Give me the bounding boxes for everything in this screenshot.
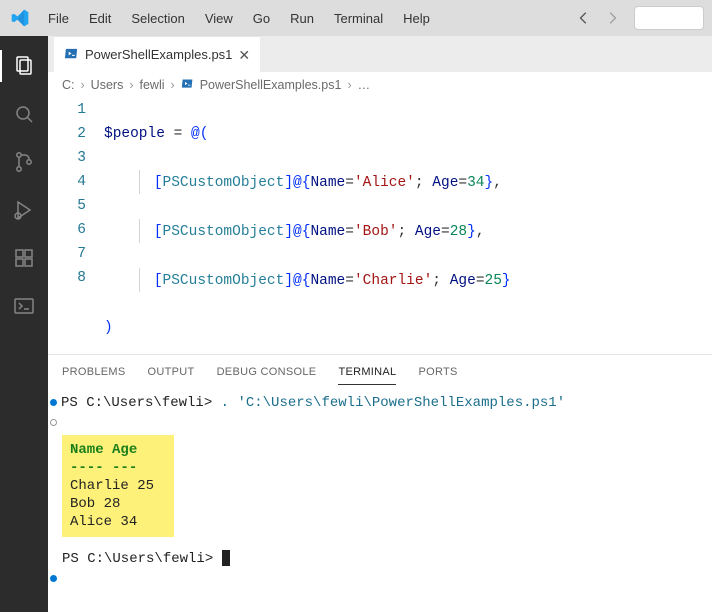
panel-tab-terminal[interactable]: TERMINAL bbox=[338, 360, 396, 385]
vscode-logo-icon bbox=[8, 6, 32, 30]
menu-edit[interactable]: Edit bbox=[81, 7, 119, 30]
editor-tabs: PowerShellExamples.ps1 ✕ bbox=[48, 36, 712, 72]
activity-terminal-icon[interactable] bbox=[0, 284, 48, 328]
activity-search-icon[interactable] bbox=[0, 92, 48, 136]
terminal-output-highlight: Name Age ---- --- Charlie 25 Bob 28 Alic… bbox=[62, 435, 174, 537]
breadcrumb-part[interactable]: Users bbox=[91, 78, 124, 92]
panel-tab-debug-console[interactable]: DEBUG CONSOLE bbox=[217, 360, 317, 384]
line-gutter: 12345678 bbox=[48, 98, 104, 354]
nav-forward-icon[interactable] bbox=[600, 6, 624, 30]
editor-tab-label: PowerShellExamples.ps1 bbox=[85, 47, 232, 62]
terminal[interactable]: PS C:\Users\fewli> . 'C:\Users\fewli\Pow… bbox=[48, 389, 712, 612]
panel-tab-problems[interactable]: PROBLEMS bbox=[62, 360, 126, 384]
menu-view[interactable]: View bbox=[197, 7, 241, 30]
menu-run[interactable]: Run bbox=[282, 7, 322, 30]
menu-terminal[interactable]: Terminal bbox=[326, 7, 391, 30]
activity-explorer-icon[interactable] bbox=[0, 44, 48, 88]
breadcrumb-part[interactable]: C: bbox=[62, 78, 75, 92]
bottom-panel: PROBLEMS OUTPUT DEBUG CONSOLE TERMINAL P… bbox=[48, 354, 712, 612]
terminal-command: . 'C:\Users\fewli\PowerShellExamples.ps1… bbox=[221, 395, 565, 411]
activity-bar bbox=[0, 36, 48, 612]
editor-area: PowerShellExamples.ps1 ✕ C:› Users› fewl… bbox=[48, 36, 712, 612]
code-content[interactable]: $people = @( [PSCustomObject]@{Name='Ali… bbox=[104, 98, 556, 354]
panel-tab-output[interactable]: OUTPUT bbox=[148, 360, 195, 384]
close-icon[interactable]: ✕ bbox=[238, 48, 250, 62]
command-center-search[interactable] bbox=[634, 6, 704, 30]
terminal-prompt: PS C:\Users\fewli> bbox=[61, 395, 212, 411]
breadcrumb[interactable]: C:› Users› fewli› PowerShellExamples.ps1… bbox=[48, 72, 712, 98]
terminal-idle-dot-icon bbox=[50, 419, 57, 426]
powershell-file-icon bbox=[64, 46, 79, 64]
breadcrumb-part[interactable]: PowerShellExamples.ps1 bbox=[200, 78, 342, 92]
breadcrumb-part[interactable]: fewli bbox=[140, 78, 165, 92]
activity-run-debug-icon[interactable] bbox=[0, 188, 48, 232]
menu-file[interactable]: File bbox=[40, 7, 77, 30]
panel-tabs: PROBLEMS OUTPUT DEBUG CONSOLE TERMINAL P… bbox=[48, 355, 712, 389]
terminal-active-dot-icon bbox=[50, 575, 57, 582]
activity-extensions-icon[interactable] bbox=[0, 236, 48, 280]
breadcrumb-part[interactable]: … bbox=[358, 78, 371, 92]
panel-tab-ports[interactable]: PORTS bbox=[418, 360, 457, 384]
activity-source-control-icon[interactable] bbox=[0, 140, 48, 184]
menu-go[interactable]: Go bbox=[245, 7, 278, 30]
menu-help[interactable]: Help bbox=[395, 7, 438, 30]
powershell-file-icon bbox=[181, 77, 194, 93]
terminal-prompt: PS C:\Users\fewli> bbox=[62, 551, 213, 567]
title-bar: File Edit Selection View Go Run Terminal… bbox=[0, 0, 712, 36]
terminal-cursor-icon bbox=[222, 550, 230, 566]
editor-tab[interactable]: PowerShellExamples.ps1 ✕ bbox=[54, 36, 260, 72]
menu-selection[interactable]: Selection bbox=[123, 7, 192, 30]
nav-back-icon[interactable] bbox=[572, 6, 596, 30]
terminal-active-dot-icon bbox=[50, 399, 57, 406]
code-editor[interactable]: 12345678 $people = @( [PSCustomObject]@{… bbox=[48, 98, 712, 354]
